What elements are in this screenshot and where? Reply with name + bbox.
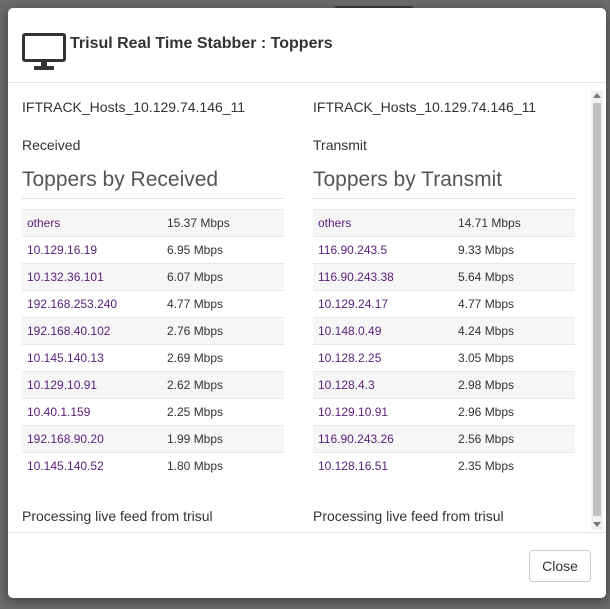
table-row: 10.129.24.17 4.77 Mbps — [313, 290, 575, 318]
transmit-host-label: IFTRACK_Hosts_10.129.74.146_11 — [313, 99, 537, 115]
table-row: others 14.71 Mbps — [313, 209, 575, 237]
table-row: 10.128.2.25 3.05 Mbps — [313, 344, 575, 372]
received-toppers-table: others 15.37 Mbps 10.129.16.19 6.95 Mbps 1… — [22, 209, 284, 480]
host-link[interactable]: 10.132.36.101 — [22, 263, 162, 291]
toppers-modal: Trisul Real Time Stabber : Toppers IFTRA… — [8, 8, 606, 598]
host-link[interactable]: 116.90.243.26 — [313, 425, 453, 453]
table-row: 10.129.16.19 6.95 Mbps — [22, 236, 284, 264]
vertical-scrollbar[interactable] — [591, 90, 603, 530]
rate-value: 2.96 Mbps — [453, 398, 575, 426]
table-row: 10.129.10.91 2.62 Mbps — [22, 371, 284, 399]
rate-value: 2.25 Mbps — [162, 398, 284, 426]
rate-value: 6.07 Mbps — [162, 263, 284, 291]
table-row: 10.128.4.3 2.98 Mbps — [313, 371, 575, 399]
host-link[interactable]: 192.168.40.102 — [22, 317, 162, 345]
host-link[interactable]: 10.129.16.19 — [22, 236, 162, 264]
received-heading: Toppers by Received — [22, 168, 284, 199]
table-row: 192.168.40.102 2.76 Mbps — [22, 317, 284, 345]
host-link[interactable]: 10.129.10.91 — [22, 371, 162, 399]
table-row: 10.132.36.101 6.07 Mbps — [22, 263, 284, 291]
rate-value: 2.69 Mbps — [162, 344, 284, 372]
table-row: 116.90.243.38 5.64 Mbps — [313, 263, 575, 291]
host-link[interactable]: 10.145.140.52 — [22, 452, 162, 480]
host-link[interactable]: 10.129.24.17 — [313, 290, 453, 318]
host-link[interactable]: 10.128.4.3 — [313, 371, 453, 399]
scroll-up-icon[interactable] — [593, 93, 601, 98]
modal-header: Trisul Real Time Stabber : Toppers — [8, 8, 606, 83]
rate-value: 15.37 Mbps — [162, 209, 284, 237]
table-row: 10.129.10.91 2.96 Mbps — [313, 398, 575, 426]
host-link[interactable]: 116.90.243.38 — [313, 263, 453, 291]
rate-value: 4.24 Mbps — [453, 317, 575, 345]
table-row: 10.148.0.49 4.24 Mbps — [313, 317, 575, 345]
modal-title: Trisul Real Time Stabber : Toppers — [70, 35, 333, 52]
host-link[interactable]: 10.128.2.25 — [313, 344, 453, 372]
table-row: 192.168.90.20 1.99 Mbps — [22, 425, 284, 453]
table-row: 10.145.140.13 2.69 Mbps — [22, 344, 284, 372]
transmit-feed-status: Processing live feed from trisul — [313, 508, 504, 524]
host-link[interactable]: 10.128.16.51 — [313, 452, 453, 480]
table-row: 10.40.1.159 2.25 Mbps — [22, 398, 284, 426]
received-direction-label: Received — [22, 137, 81, 153]
table-row: 192.168.253.240 4.77 Mbps — [22, 290, 284, 318]
table-row: 116.90.243.26 2.56 Mbps — [313, 425, 575, 453]
host-link[interactable]: 192.168.253.240 — [22, 290, 162, 318]
rate-value: 2.35 Mbps — [453, 452, 575, 480]
transmit-direction-label: Transmit — [313, 137, 367, 153]
rate-value: 2.56 Mbps — [453, 425, 575, 453]
rate-value: 4.77 Mbps — [453, 290, 575, 318]
rate-value: 9.33 Mbps — [453, 236, 575, 264]
host-link[interactable]: others — [22, 209, 162, 237]
host-link[interactable]: 10.148.0.49 — [313, 317, 453, 345]
received-feed-status: Processing live feed from trisul — [22, 508, 213, 524]
transmit-heading: Toppers by Transmit — [313, 168, 575, 199]
rate-value: 4.77 Mbps — [162, 290, 284, 318]
rate-value: 2.98 Mbps — [453, 371, 575, 399]
rate-value: 1.99 Mbps — [162, 425, 284, 453]
table-row: others 15.37 Mbps — [22, 209, 284, 237]
scroll-down-icon[interactable] — [593, 522, 601, 527]
scrollbar-thumb[interactable] — [593, 103, 601, 516]
rate-value: 3.05 Mbps — [453, 344, 575, 372]
host-link[interactable]: 10.145.140.13 — [22, 344, 162, 372]
rate-value: 2.62 Mbps — [162, 371, 284, 399]
rate-value: 14.71 Mbps — [453, 209, 575, 237]
modal-footer: Close — [8, 532, 606, 598]
host-link[interactable]: 10.129.10.91 — [313, 398, 453, 426]
rate-value: 5.64 Mbps — [453, 263, 575, 291]
monitor-icon — [22, 33, 66, 70]
received-host-label: IFTRACK_Hosts_10.129.74.146_11 — [22, 99, 246, 115]
transmit-toppers-table: others 14.71 Mbps 116.90.243.5 9.33 Mbps 1… — [313, 209, 575, 480]
host-link[interactable]: others — [313, 209, 453, 237]
host-link[interactable]: 192.168.90.20 — [22, 425, 162, 453]
rate-value: 6.95 Mbps — [162, 236, 284, 264]
table-row: 10.145.140.52 1.80 Mbps — [22, 452, 284, 480]
table-row: 10.128.16.51 2.35 Mbps — [313, 452, 575, 480]
host-link[interactable]: 116.90.243.5 — [313, 236, 453, 264]
rate-value: 1.80 Mbps — [162, 452, 284, 480]
rate-value: 2.76 Mbps — [162, 317, 284, 345]
host-link[interactable]: 10.40.1.159 — [22, 398, 162, 426]
modal-body: IFTRACK_Hosts_10.129.74.146_11 Received … — [8, 83, 606, 532]
close-button[interactable]: Close — [529, 550, 591, 582]
table-row: 116.90.243.5 9.33 Mbps — [313, 236, 575, 264]
